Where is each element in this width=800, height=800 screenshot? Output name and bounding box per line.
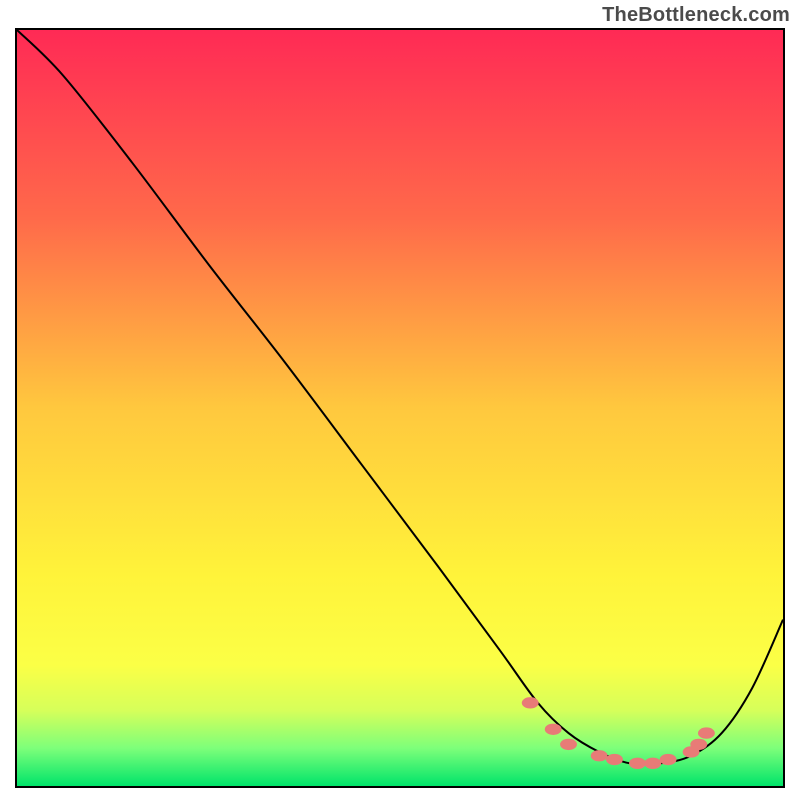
highlight-dot <box>660 754 677 765</box>
highlight-dot <box>690 739 707 750</box>
highlight-dot <box>629 758 646 769</box>
highlight-dot <box>545 724 562 735</box>
chart-background <box>17 30 783 786</box>
highlight-dot <box>591 750 608 761</box>
bottleneck-chart <box>17 30 783 786</box>
highlight-dot <box>560 739 577 750</box>
chart-container <box>15 28 785 788</box>
highlight-dot <box>606 754 623 765</box>
attribution-label: TheBottleneck.com <box>602 4 790 27</box>
highlight-dot <box>522 697 539 708</box>
highlight-dot <box>698 727 715 738</box>
highlight-dot <box>644 758 661 769</box>
